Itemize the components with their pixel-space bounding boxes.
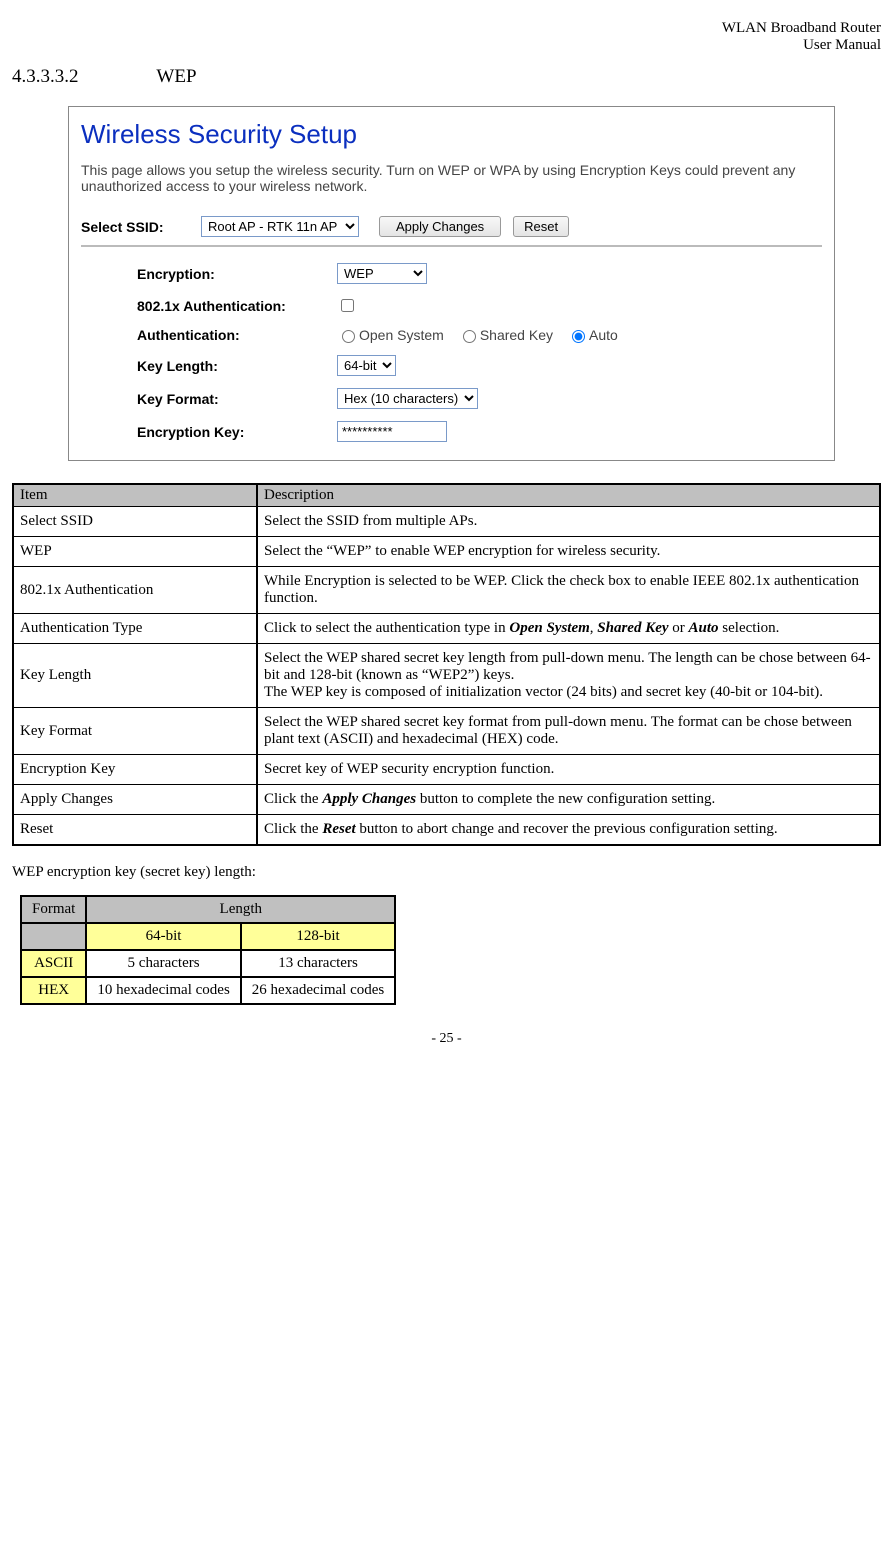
radio-open-system[interactable] xyxy=(342,330,355,343)
encryptionkey-label: Encryption Key: xyxy=(137,424,337,440)
description-cell: Select the WEP shared secret key length … xyxy=(257,644,880,708)
table-row: Key FormatSelect the WEP shared secret k… xyxy=(13,708,880,755)
table-row: Select SSIDSelect the SSID from multiple… xyxy=(13,507,880,537)
keyformat-row: Key Format: Hex (10 characters) xyxy=(81,388,822,409)
manual-label: User Manual xyxy=(12,37,881,54)
header-description: Description xyxy=(257,484,880,507)
reset-button[interactable]: Reset xyxy=(513,216,569,237)
encryption-row: Encryption: WEP xyxy=(81,263,822,284)
section-heading: 4.3.3.3.2 WEP xyxy=(12,66,881,88)
item-cell: Encryption Key xyxy=(13,755,257,785)
encryption-label: Encryption: xyxy=(137,266,337,282)
panel-description: This page allows you setup the wireless … xyxy=(81,162,822,194)
description-table: Item Description Select SSIDSelect the S… xyxy=(12,483,881,846)
header-block: WLAN Broadband Router User Manual xyxy=(12,20,881,54)
keylength-label: Key Length: xyxy=(137,358,337,374)
item-cell: Select SSID xyxy=(13,507,257,537)
section-title: WEP xyxy=(156,66,196,87)
table-row: Encryption KeySecret key of WEP security… xyxy=(13,755,880,785)
description-cell: Click the Reset button to abort change a… xyxy=(257,815,880,846)
header-format: Format xyxy=(21,896,86,923)
auth-auto-option[interactable]: Auto xyxy=(567,327,618,343)
keylength-row: Key Length: 64-bit xyxy=(81,355,822,376)
description-cell: Select the SSID from multiple APs. xyxy=(257,507,880,537)
auth-shared-key-option[interactable]: Shared Key xyxy=(458,327,553,343)
auth8021x-label: 802.1x Authentication: xyxy=(137,298,337,314)
item-cell: Key Length xyxy=(13,644,257,708)
header-length: Length xyxy=(86,896,395,923)
encryption-select[interactable]: WEP xyxy=(337,263,427,284)
table-row: HEX 10 hexadecimal codes 26 hexadecimal … xyxy=(21,977,395,1004)
auth8021x-row: 802.1x Authentication: xyxy=(81,296,822,315)
description-cell: Secret key of WEP security encryption fu… xyxy=(257,755,880,785)
authentication-row: Authentication: Open System Shared Key A… xyxy=(81,327,822,343)
hex-64: 10 hexadecimal codes xyxy=(86,977,240,1004)
empty-cell xyxy=(21,923,86,950)
description-cell: Select the “WEP” to enable WEP encryptio… xyxy=(257,537,880,567)
table-row: 802.1x AuthenticationWhile Encryption is… xyxy=(13,567,880,614)
table-row: ResetClick the Reset button to abort cha… xyxy=(13,815,880,846)
panel-title: Wireless Security Setup xyxy=(81,119,822,150)
apply-changes-button[interactable]: Apply Changes xyxy=(379,216,501,237)
header-64bit: 64-bit xyxy=(86,923,240,950)
row-ascii: ASCII xyxy=(21,950,86,977)
description-cell: Select the WEP shared secret key format … xyxy=(257,708,880,755)
row-hex: HEX xyxy=(21,977,86,1004)
table-header-row: Item Description xyxy=(13,484,880,507)
description-cell: Click to select the authentication type … xyxy=(257,614,880,644)
wep-length-note: WEP encryption key (secret key) length: xyxy=(12,864,881,881)
radio-shared-key[interactable] xyxy=(463,330,476,343)
keyformat-select[interactable]: Hex (10 characters) xyxy=(337,388,478,409)
auth-shared-key-label: Shared Key xyxy=(480,327,553,343)
keylength-select[interactable]: 64-bit xyxy=(337,355,396,376)
authentication-label: Authentication: xyxy=(137,327,337,343)
table-row: Format Length xyxy=(21,896,395,923)
auth-open-system-label: Open System xyxy=(359,327,444,343)
header-item: Item xyxy=(13,484,257,507)
table-row: 64-bit 128-bit xyxy=(21,923,395,950)
divider xyxy=(81,245,822,247)
product-name: WLAN Broadband Router xyxy=(12,20,881,37)
item-cell: Authentication Type xyxy=(13,614,257,644)
ascii-128: 13 characters xyxy=(241,950,395,977)
ascii-64: 5 characters xyxy=(86,950,240,977)
select-ssid-row: Select SSID: Root AP - RTK 11n AP Apply … xyxy=(81,216,822,237)
item-cell: Reset xyxy=(13,815,257,846)
ssid-select[interactable]: Root AP - RTK 11n AP xyxy=(201,216,359,237)
table-row: Key LengthSelect the WEP shared secret k… xyxy=(13,644,880,708)
keyformat-label: Key Format: xyxy=(137,391,337,407)
auth-auto-label: Auto xyxy=(589,327,618,343)
description-cell: Click the Apply Changes button to comple… xyxy=(257,785,880,815)
table-row: ASCII 5 characters 13 characters xyxy=(21,950,395,977)
table-row: WEPSelect the “WEP” to enable WEP encryp… xyxy=(13,537,880,567)
table-row: Apply ChangesClick the Apply Changes but… xyxy=(13,785,880,815)
item-cell: WEP xyxy=(13,537,257,567)
page-number: - 25 - xyxy=(12,1031,881,1047)
hex-128: 26 hexadecimal codes xyxy=(241,977,395,1004)
radio-auto[interactable] xyxy=(572,330,585,343)
item-cell: Apply Changes xyxy=(13,785,257,815)
auth8021x-checkbox[interactable] xyxy=(341,299,354,312)
encryptionkey-row: Encryption Key: xyxy=(81,421,822,442)
header-128bit: 128-bit xyxy=(241,923,395,950)
description-cell: While Encryption is selected to be WEP. … xyxy=(257,567,880,614)
table-row: Authentication Type Click to select the … xyxy=(13,614,880,644)
auth-open-system-option[interactable]: Open System xyxy=(337,327,444,343)
section-number: 4.3.3.3.2 xyxy=(12,66,152,88)
encryptionkey-input[interactable] xyxy=(337,421,447,442)
select-ssid-label: Select SSID: xyxy=(81,219,201,235)
item-cell: 802.1x Authentication xyxy=(13,567,257,614)
item-cell: Key Format xyxy=(13,708,257,755)
screenshot-panel: Wireless Security Setup This page allows… xyxy=(68,106,835,461)
length-table: Format Length 64-bit 128-bit ASCII 5 cha… xyxy=(20,895,396,1005)
